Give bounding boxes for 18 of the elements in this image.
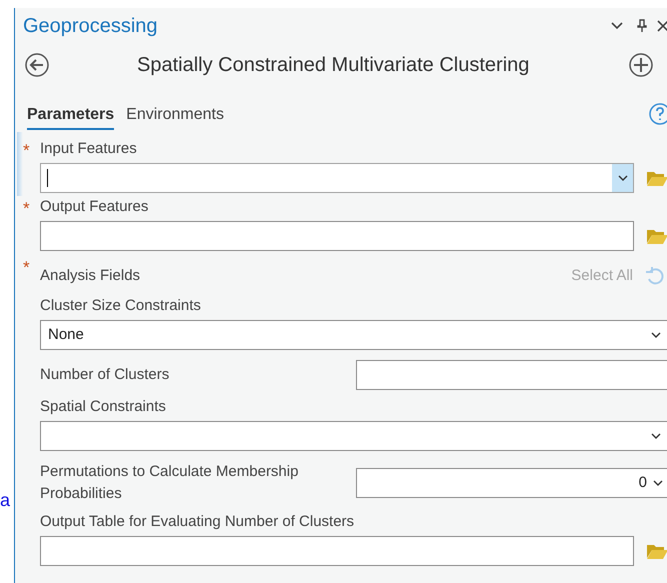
pane-title: Geoprocessing (23, 14, 158, 39)
parameter-label: Output Features (40, 196, 148, 217)
required-asterisk: * (23, 257, 30, 279)
parameter-label: Input Features (40, 138, 137, 159)
required-asterisk: * (23, 198, 30, 220)
required-asterisk: * (23, 140, 30, 162)
tab[interactable]: Environments (126, 102, 224, 130)
tool-title: Spatially Constrained Multivariate Clustering (137, 53, 530, 78)
parameter-label: Spatial Constraints (40, 396, 166, 417)
parameter-label: Permutations to Calculate Membership Probabilities (40, 462, 300, 504)
parameter-label: Number of Clusters (40, 365, 170, 385)
dropdown-field[interactable]: 0 (356, 468, 667, 498)
dropdown-field[interactable]: None (40, 320, 667, 350)
tab[interactable]: Parameters (27, 102, 114, 130)
parameter-label: Cluster Size Constraints (40, 296, 201, 316)
parameter-label: Output Table for Evaluating Number of Clusters (40, 512, 354, 532)
stray-letter: a (0, 491, 12, 509)
parameter-label: Analysis Fields (40, 266, 140, 286)
